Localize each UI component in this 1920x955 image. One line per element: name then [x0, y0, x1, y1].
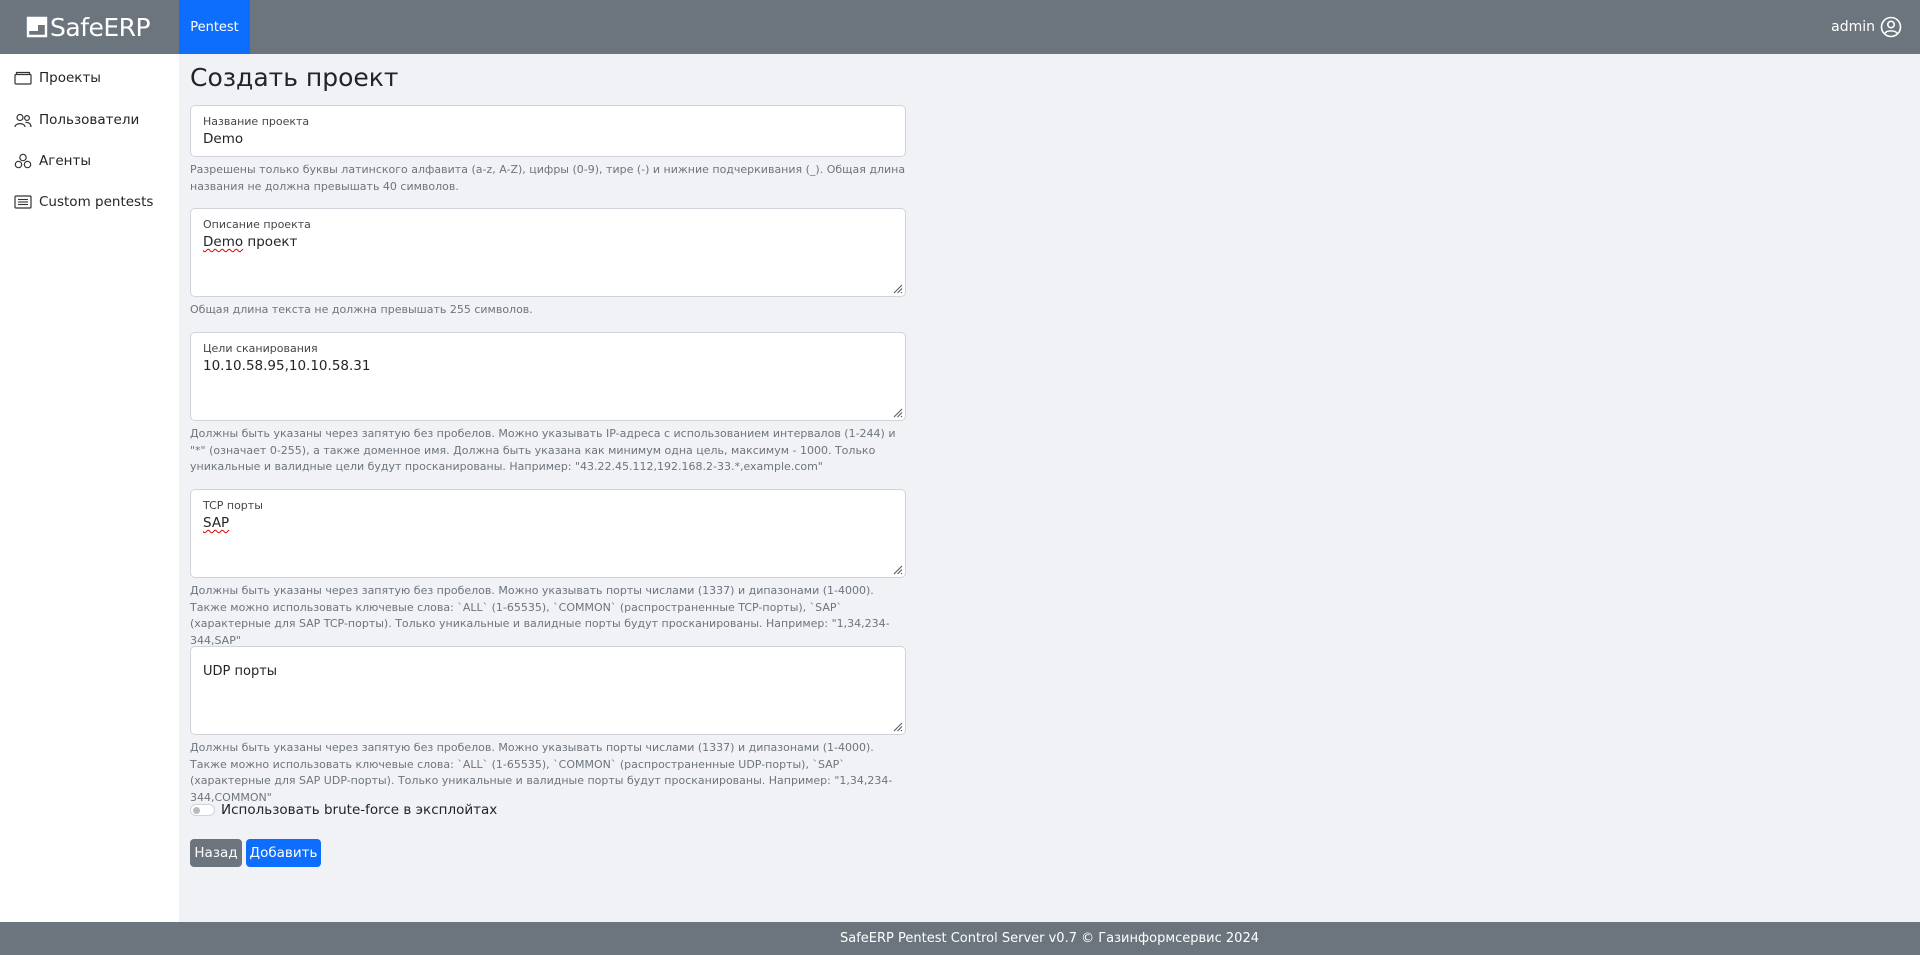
user-circle-icon [1880, 16, 1902, 38]
project-name-help: Разрешены только буквы латинского алфави… [190, 163, 906, 193]
scan-targets-value: 10.10.58.95,10.10.58.31 [203, 358, 371, 374]
spellcheck-word: Demo [203, 234, 244, 250]
sidebar-item-label: Агенты [39, 153, 91, 169]
tcp-ports-label: TCP порты [203, 499, 263, 512]
agents-icon [14, 153, 33, 169]
description-rest: проект [243, 234, 298, 250]
sidebar-item-projects[interactable]: Проекты [14, 66, 101, 90]
resize-handle-icon[interactable] [891, 563, 903, 575]
user-menu[interactable]: admin [1831, 0, 1902, 54]
add-button[interactable]: Добавить [246, 839, 321, 867]
users-icon [14, 112, 33, 128]
udp-ports-field[interactable]: UDP порты [190, 646, 906, 735]
list-icon [14, 194, 33, 210]
bruteforce-toggle-row[interactable]: Использовать brute-force в эксплойтах [190, 802, 497, 818]
sidebar-item-users[interactable]: Пользователи [14, 108, 139, 132]
scan-targets-help: Должны быть указаны через запятую без пр… [190, 427, 896, 473]
main-content: Создать проект Название проекта Demo Раз… [179, 54, 1920, 922]
project-description-value: Demo проект [203, 234, 297, 250]
udp-ports-placeholder: UDP порты [203, 664, 278, 679]
sidebar-item-agents[interactable]: Агенты [14, 149, 91, 173]
project-name-field[interactable]: Название проекта Demo [190, 105, 906, 157]
sidebar: Проекты Пользователи Агенты Custom pente… [0, 54, 179, 922]
resize-handle-icon[interactable] [891, 720, 903, 732]
sidebar-item-label: Проекты [39, 70, 101, 86]
folder-icon [14, 70, 33, 86]
page-title: Создать проект [190, 63, 399, 92]
sidebar-item-custom-pentests[interactable]: Custom pentests [14, 190, 153, 214]
safeerp-logo[interactable]: SafeERP [26, 12, 151, 42]
resize-handle-icon[interactable] [891, 406, 903, 418]
tcp-ports-help: Должны быть указаны через запятую без пр… [190, 584, 890, 647]
scan-targets-field[interactable]: Цели сканирования 10.10.58.95,10.10.58.3… [190, 332, 906, 421]
tcp-ports-value: SAP [203, 515, 230, 531]
sidebar-item-label: Custom pentests [39, 194, 154, 210]
back-button[interactable]: Назад [190, 839, 242, 867]
user-name: admin [1831, 19, 1875, 35]
project-description-help: Общая длина текста не должна превышать 2… [190, 303, 533, 316]
bruteforce-switch[interactable] [190, 804, 215, 816]
logo-text: SafeERP [50, 12, 151, 42]
tab-pentest[interactable]: Pentest [179, 0, 250, 54]
project-description-field[interactable]: Описание проекта Demo проект [190, 208, 906, 297]
sidebar-item-label: Пользователи [39, 112, 140, 128]
footer: SafeERP Pentest Control Server v0.7 © Га… [179, 922, 1920, 955]
resize-handle-icon[interactable] [891, 282, 903, 294]
udp-ports-help: Должны быть указаны через запятую без пр… [190, 741, 893, 804]
footer-strip [0, 922, 179, 955]
project-name-label: Название проекта [203, 115, 310, 128]
logo-icon [26, 16, 48, 38]
scan-targets-label: Цели сканирования [203, 342, 318, 355]
project-description-label: Описание проекта [203, 218, 311, 231]
top-navbar: SafeERP Pentest admin [0, 0, 1920, 54]
tcp-ports-field[interactable]: TCP порты SAP [190, 489, 906, 578]
bruteforce-label: Использовать brute-force в эксплойтах [221, 802, 498, 818]
project-name-value: Demo [203, 131, 244, 147]
